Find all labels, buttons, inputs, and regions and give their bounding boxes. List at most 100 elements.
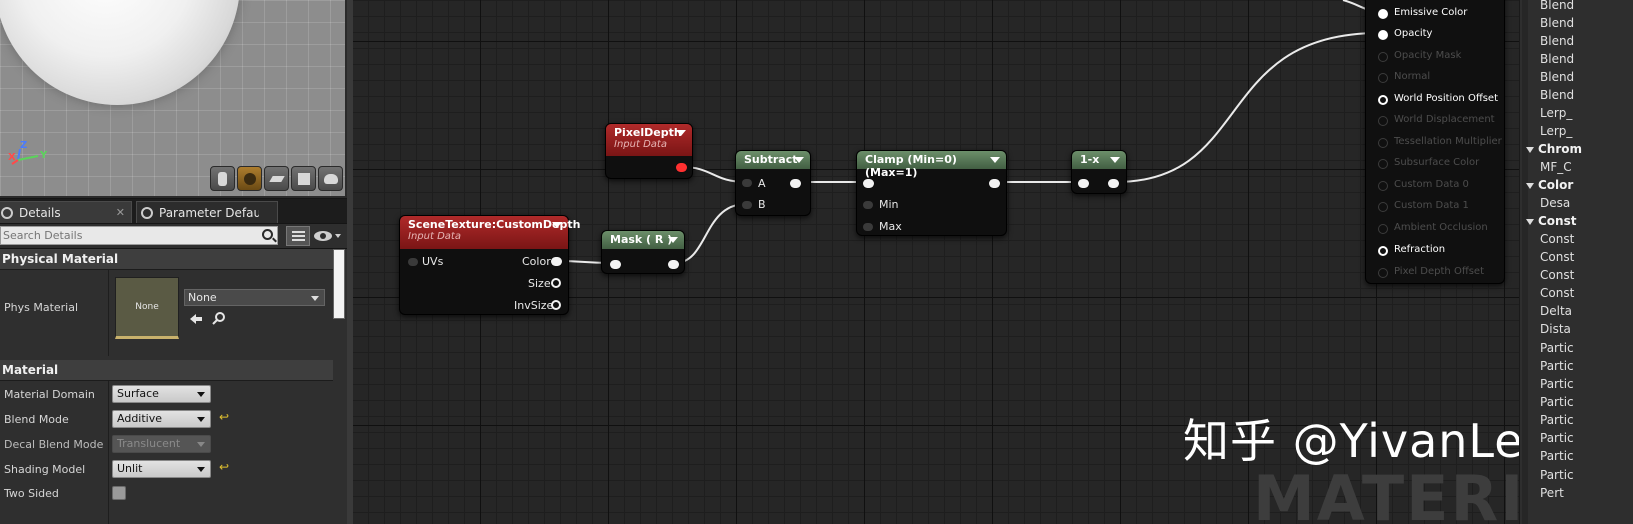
- blend-mode-dropdown[interactable]: Additive: [112, 410, 211, 428]
- physical-material-header[interactable]: Physical Material: [0, 249, 333, 270]
- palette-item[interactable]: Partic: [1540, 468, 1574, 482]
- teapot-icon: [323, 173, 338, 184]
- color-output-pin[interactable]: [551, 257, 562, 266]
- palette-item[interactable]: Const: [1540, 232, 1574, 246]
- mask-input-pin[interactable]: [610, 260, 621, 269]
- details-scrollbar[interactable]: [333, 249, 345, 319]
- collapse-arrow-icon[interactable]: [990, 157, 1000, 163]
- palette-item[interactable]: Partic: [1540, 449, 1574, 463]
- tab-parameter-defaults[interactable]: Parameter Defaults: [136, 201, 278, 223]
- list-view-button[interactable]: [286, 226, 310, 246]
- palette-item[interactable]: Delta: [1540, 304, 1572, 318]
- subtract-node[interactable]: Subtract A B: [735, 150, 811, 216]
- palette-item[interactable]: Pert: [1540, 486, 1564, 500]
- size-output-pin[interactable]: [551, 278, 561, 288]
- palette-item[interactable]: Partic: [1540, 395, 1574, 409]
- emissive-color-pin[interactable]: [1378, 9, 1388, 19]
- palette-item[interactable]: Const: [1540, 286, 1574, 300]
- clamp-max-pin[interactable]: [863, 223, 873, 231]
- clamp-input-pin[interactable]: [863, 179, 874, 188]
- palette-item[interactable]: Partic: [1540, 377, 1574, 391]
- material-domain-dropdown[interactable]: Surface: [112, 385, 211, 403]
- tab-details[interactable]: Details ✕: [0, 201, 132, 223]
- palette-item[interactable]: Lerp_: [1540, 106, 1572, 120]
- collapse-arrow-icon[interactable]: [552, 222, 562, 228]
- tab-details-label: Details: [19, 205, 61, 220]
- cylinder-icon: [218, 171, 227, 186]
- decal-blend-mode-dropdown: Translucent: [112, 435, 211, 453]
- browse-search-icon[interactable]: [212, 312, 226, 326]
- one-minus-node[interactable]: 1-x: [1071, 150, 1127, 194]
- shading-model-reset-icon[interactable]: ↩: [219, 460, 229, 474]
- clamp-min-pin[interactable]: [863, 201, 873, 209]
- mask-output-pin[interactable]: [668, 260, 679, 269]
- clamp-node[interactable]: Clamp (Min=0) (Max=1) Min Max: [856, 150, 1007, 236]
- palette-item[interactable]: Partic: [1540, 413, 1574, 427]
- invsize-output-pin[interactable]: [551, 300, 561, 310]
- uvs-input-pin[interactable]: [408, 258, 418, 266]
- phys-material-dropdown[interactable]: None: [184, 289, 325, 306]
- preview-cylinder-button[interactable]: [210, 166, 235, 191]
- palette-scrollbar[interactable]: [1522, 0, 1528, 524]
- collapse-arrow-icon[interactable]: [676, 130, 686, 136]
- material-header[interactable]: Material: [0, 360, 333, 381]
- phys-material-thumbnail[interactable]: None: [115, 277, 179, 339]
- palette-item[interactable]: Partic: [1540, 431, 1574, 445]
- palette-category[interactable]: Color: [1526, 178, 1573, 192]
- palette-item[interactable]: Const: [1540, 250, 1574, 264]
- palette-item[interactable]: Blend: [1540, 16, 1574, 30]
- palette-item[interactable]: Partic: [1540, 359, 1574, 373]
- eye-icon[interactable]: [313, 229, 343, 243]
- palette-category[interactable]: Chrom: [1526, 142, 1582, 156]
- palette-panel: Blend Blend Blend Blend Blend Blend Lerp…: [1519, 0, 1633, 524]
- palette-item[interactable]: Dista: [1540, 322, 1571, 336]
- pixeldepth-node[interactable]: PixelDepth Input Data: [605, 123, 693, 179]
- collapse-arrow-icon[interactable]: [668, 237, 678, 243]
- preview-plane-button[interactable]: [264, 166, 289, 191]
- blend-mode-reset-icon[interactable]: ↩: [219, 410, 229, 424]
- palette-item[interactable]: Blend: [1540, 70, 1574, 84]
- preview-teapot-button[interactable]: [318, 166, 343, 191]
- shading-model-dropdown[interactable]: Unlit: [112, 460, 211, 478]
- preview-cube-button[interactable]: [291, 166, 316, 191]
- one-minus-output-pin[interactable]: [1108, 179, 1119, 188]
- blend-mode-label: Blend Mode: [4, 413, 69, 426]
- subtract-output-pin[interactable]: [790, 179, 801, 188]
- palette-item[interactable]: Blend: [1540, 34, 1574, 48]
- sphere-icon: [243, 172, 256, 185]
- uvs-label: UVs: [422, 255, 444, 268]
- opacity-pin[interactable]: [1378, 30, 1388, 40]
- details-icon: [1, 206, 13, 219]
- collapse-arrow-icon[interactable]: [794, 157, 804, 163]
- material-result-node[interactable]: Emissive Color Opacity Opacity Mask Norm…: [1365, 0, 1505, 284]
- two-sided-checkbox[interactable]: [112, 486, 126, 500]
- material-preview-viewport[interactable]: Z X Y: [0, 0, 347, 198]
- palette-item[interactable]: Blend: [1540, 88, 1574, 102]
- two-sided-label: Two Sided: [4, 487, 59, 500]
- world-position-offset-pin[interactable]: [1378, 95, 1388, 105]
- preview-sphere: [0, 0, 240, 105]
- palette-category[interactable]: Const: [1526, 214, 1576, 228]
- pixeldepth-output-pin[interactable]: [676, 163, 687, 172]
- refraction-pin[interactable]: [1378, 246, 1388, 256]
- preview-sphere-button[interactable]: [237, 166, 262, 191]
- search-icon[interactable]: [262, 229, 273, 240]
- palette-item[interactable]: Desa: [1540, 196, 1570, 210]
- palette-item[interactable]: Blend: [1540, 0, 1574, 12]
- palette-item[interactable]: Blend: [1540, 52, 1574, 66]
- details-search-input[interactable]: [0, 226, 278, 245]
- subtract-b-pin[interactable]: [742, 201, 752, 209]
- palette-item[interactable]: MF_C: [1540, 160, 1572, 174]
- close-icon[interactable]: ✕: [116, 206, 125, 219]
- palette-item[interactable]: Const: [1540, 268, 1574, 282]
- scenetexture-node[interactable]: SceneTexture:CustomDepth Input Data UVs …: [399, 215, 580, 315]
- use-selected-arrow-icon[interactable]: [189, 313, 203, 325]
- wire-oneminus-opacity: [1115, 32, 1380, 183]
- one-minus-input-pin[interactable]: [1078, 179, 1089, 188]
- palette-item[interactable]: Lerp_: [1540, 124, 1572, 138]
- subtract-a-pin[interactable]: [742, 179, 752, 187]
- collapse-arrow-icon[interactable]: [1110, 157, 1120, 163]
- clamp-output-pin[interactable]: [989, 179, 1000, 188]
- palette-item[interactable]: Partic: [1540, 341, 1574, 355]
- mask-node[interactable]: Mask ( R ): [601, 230, 685, 274]
